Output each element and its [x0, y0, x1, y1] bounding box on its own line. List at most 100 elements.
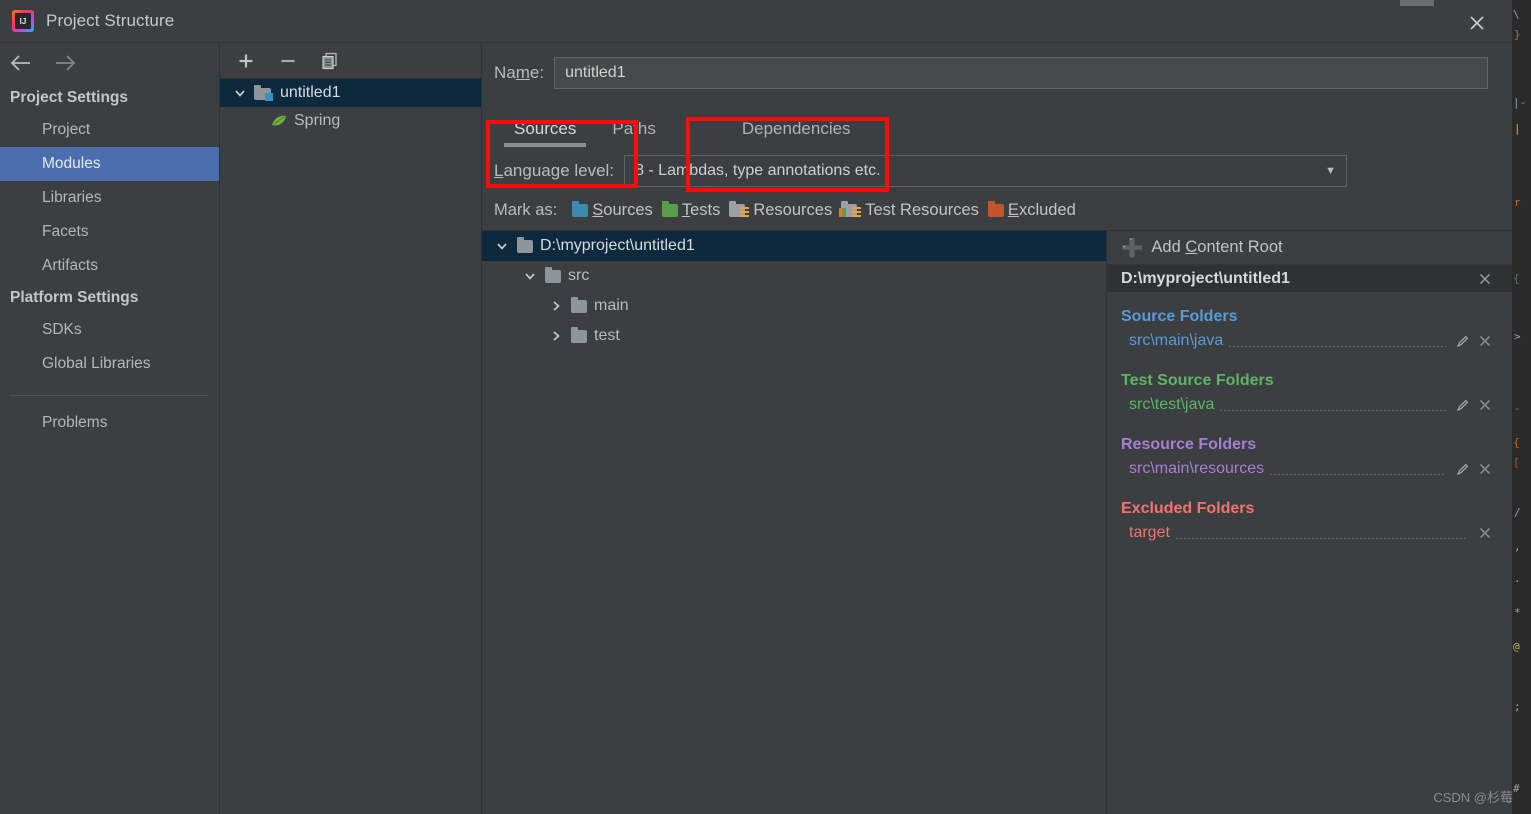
module-folder-icon: [254, 85, 274, 101]
sidebar-item-libraries[interactable]: Libraries: [0, 181, 219, 215]
mark-as-label: Mark as:: [494, 201, 558, 219]
module-tree-label: Spring: [294, 112, 341, 129]
mark-as-tests-button[interactable]: Tests: [661, 201, 720, 220]
file-tree-label: test: [594, 327, 620, 344]
pencil-icon[interactable]: [1452, 334, 1474, 348]
module-tree-item-untitled1[interactable]: untitled1: [220, 79, 481, 107]
close-icon[interactable]: [1474, 462, 1496, 476]
close-icon[interactable]: [1474, 526, 1496, 540]
test-source-folder-row[interactable]: src\test\java: [1107, 392, 1512, 418]
chevron-right-icon[interactable]: [548, 299, 564, 313]
mark-as-row: Mark as: Sources Tests Resources Test Re…: [482, 187, 1512, 230]
chevron-down-icon[interactable]: [522, 269, 538, 283]
excluded-folder-row[interactable]: target: [1107, 520, 1512, 546]
excluded-folders-title: Excluded Folders: [1121, 500, 1255, 517]
tab-dependencies[interactable]: Dependencies: [724, 115, 869, 149]
folder-resources-icon: [729, 201, 750, 218]
mark-as-test-resources-label: Test Resources: [865, 201, 979, 219]
dot-leader: [1229, 346, 1446, 347]
chevron-down-icon[interactable]: [494, 239, 510, 253]
sidebar-item-modules[interactable]: Modules: [0, 147, 219, 181]
chevron-down-icon: ▼: [1325, 165, 1336, 177]
test-source-folders-title: Test Source Folders: [1121, 372, 1274, 389]
folder-sources-icon: [572, 201, 589, 217]
close-icon[interactable]: [1464, 10, 1490, 36]
folder-test-resources-icon: [839, 201, 862, 218]
file-tree-label: main: [594, 297, 629, 314]
spring-leaf-icon: [270, 113, 288, 129]
mark-as-excluded-button[interactable]: Excluded: [987, 201, 1076, 220]
resource-folder-path: src\main\resources: [1129, 460, 1265, 477]
folder-excluded-icon: [987, 201, 1004, 217]
modules-panel: untitled1 Spring: [220, 43, 482, 814]
pencil-icon[interactable]: [1452, 462, 1474, 476]
sidebar-item-sdks[interactable]: SDKs: [0, 313, 219, 347]
folder-icon: [571, 296, 587, 313]
excluded-folder-path: target: [1129, 524, 1170, 541]
project-structure-window: \ } |- | r { > - { [ / , . * @ ; # Proje…: [0, 0, 1531, 814]
mark-as-resources-button[interactable]: Resources: [729, 201, 832, 220]
chevron-down-icon[interactable]: [232, 86, 248, 100]
add-module-button[interactable]: [234, 49, 258, 73]
plus-icon: ➕: [1121, 237, 1144, 258]
mark-as-sources-button[interactable]: Sources: [572, 201, 653, 220]
add-content-root-button[interactable]: ➕ Add Content Root: [1107, 231, 1512, 265]
source-folder-path: src\main\java: [1129, 332, 1224, 349]
tab-paths[interactable]: Paths: [594, 115, 673, 149]
mark-as-excluded-label: Excluded: [1007, 201, 1076, 219]
sidebar-item-global-libraries[interactable]: Global Libraries: [0, 347, 219, 381]
arrow-left-icon[interactable]: [6, 50, 36, 76]
intellij-idea-icon: [12, 10, 34, 32]
source-folders-title: Source Folders: [1121, 308, 1238, 325]
modules-toolbar: [220, 43, 481, 79]
content-root-header: D:\myproject\untitled1: [1107, 265, 1512, 292]
close-icon[interactable]: [1474, 398, 1496, 412]
module-tabs: Sources Paths Dependencies: [482, 105, 1512, 149]
file-tree-row-root[interactable]: D:\myproject\untitled1: [482, 231, 1106, 261]
remove-module-button[interactable]: [276, 49, 300, 73]
module-name-label: Name:: [494, 63, 545, 82]
sidebar-item-facets[interactable]: Facets: [0, 215, 219, 249]
sidebar-item-artifacts[interactable]: Artifacts: [0, 249, 219, 283]
mark-as-resources-label: Resources: [753, 201, 833, 219]
arrow-right-icon[interactable]: [50, 50, 80, 76]
dot-leader: [1220, 410, 1446, 411]
chevron-right-icon[interactable]: [548, 329, 564, 343]
source-folder-row[interactable]: src\main\java: [1107, 328, 1512, 354]
window-title: Project Structure: [46, 11, 175, 30]
mark-as-test-resources-button[interactable]: Test Resources: [839, 201, 979, 220]
add-content-root-label: Add Content Root: [1151, 238, 1283, 256]
close-icon[interactable]: [1474, 334, 1496, 348]
watermark: CSDN @杉莓: [1433, 790, 1513, 805]
copy-module-icon[interactable]: [318, 49, 342, 73]
module-name-input[interactable]: [554, 57, 1488, 89]
background-editor-sliver: \ } |- | r { > - { [ / , . * @ ; #: [1512, 0, 1531, 814]
dot-leader: [1175, 538, 1468, 539]
sidebar-divider: [10, 395, 209, 396]
file-tree-row-test[interactable]: test: [482, 321, 1106, 351]
close-icon[interactable]: [1474, 272, 1496, 286]
folder-icon: [517, 236, 533, 253]
resource-folder-row[interactable]: src\main\resources: [1107, 456, 1512, 482]
sidebar-heading-platform-settings: Platform Settings: [10, 289, 139, 306]
tab-sources[interactable]: Sources: [496, 115, 594, 149]
pencil-icon[interactable]: [1452, 398, 1474, 412]
tab-paths-label: Paths: [612, 119, 656, 138]
file-tree-row-src[interactable]: src: [482, 261, 1106, 291]
sidebar-item-problems[interactable]: Problems: [0, 406, 219, 440]
file-tree-label: D:\myproject\untitled1: [540, 237, 695, 254]
language-level-value: 8 - Lambdas, type annotations etc.: [635, 162, 881, 179]
file-tree-row-main[interactable]: main: [482, 291, 1106, 321]
language-level-label: Language level:: [494, 161, 615, 180]
folder-tests-icon: [661, 201, 678, 217]
module-tree-label: untitled1: [280, 84, 341, 101]
file-tree-label: src: [568, 267, 590, 284]
content-file-tree: D:\myproject\untitled1 src main test: [482, 231, 1107, 814]
language-level-row: Language level: 8 - Lambdas, type annota…: [482, 149, 1512, 187]
title-bar: Project Structure: [0, 0, 1512, 43]
sidebar-item-project[interactable]: Project: [0, 113, 219, 147]
module-tree-item-spring[interactable]: Spring: [220, 107, 481, 135]
language-level-select[interactable]: 8 - Lambdas, type annotations etc. ▼: [624, 155, 1347, 187]
module-name-row: Name:: [482, 43, 1512, 89]
navigation-arrows: [0, 43, 219, 83]
